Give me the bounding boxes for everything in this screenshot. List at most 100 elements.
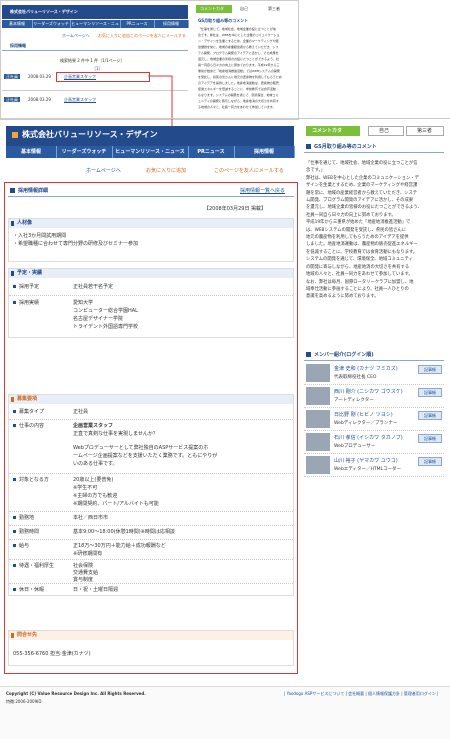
list-item[interactable]: 山川 裕子 (ヤマカワ ユウコ) Webエディター／HTMLコーダー 記事帳 bbox=[304, 454, 444, 477]
avatar bbox=[306, 433, 330, 451]
row-bullet bbox=[13, 530, 16, 533]
member-role: 代表取締役社長 CEO bbox=[334, 375, 377, 380]
table-row: 給与 正18万～30万円＋能力給＋成功報酬など ※研修期間有 bbox=[9, 541, 293, 560]
row-label: 仕事の内容 bbox=[19, 423, 45, 429]
boshu-box: 募集要項 募集タイプ 正社員 仕事の内容 企画営業スタッフ 正直で真剣な仕事を実… bbox=[8, 394, 294, 596]
row-label: 勤務地 bbox=[19, 515, 35, 521]
comment-line: 平成19年から三重県が始めた「地産地消推進活動」で bbox=[306, 220, 411, 226]
list-item[interactable]: 西川 剛介 (ニシカワ ゴウスケ) アートディレクター 記事帳 bbox=[304, 385, 444, 408]
profile-button[interactable]: 記事帳 bbox=[418, 388, 442, 397]
row-value: 日・祝・土曜日隔週 bbox=[73, 587, 119, 593]
profile-button[interactable]: 記事帳 bbox=[418, 411, 442, 420]
member-name[interactable]: 日比野 剛 (ヒビノ ツヨシ) bbox=[334, 411, 393, 418]
table-row: 勤務地 本社／西日市市 bbox=[9, 513, 293, 526]
row-label: 給与 bbox=[19, 543, 30, 549]
tab-hr-news[interactable]: ヒューマンリソース・ニュース bbox=[112, 146, 189, 158]
contact-header: 問合せ先 bbox=[9, 631, 293, 640]
list-item[interactable]: 金津 史和 (カナヅ フミカズ) 代表取締役社長 CEO 記事帳 bbox=[304, 362, 444, 385]
table-row: 採用実績 愛知大学 コンピューター総合学園HAL 名古屋デザイナー学院 トライデ… bbox=[9, 297, 293, 337]
tab-third-label: 第三者 bbox=[417, 128, 433, 134]
tab-pr-news[interactable]: PRニュース bbox=[188, 146, 235, 158]
row-label: 休日・休暇 bbox=[19, 587, 45, 593]
tab-saiyo[interactable]: 採用情報 bbox=[234, 146, 295, 158]
back-to-list-link[interactable]: 採用情報一覧へ戻る bbox=[240, 188, 285, 194]
row-label: 採用実績 bbox=[19, 300, 40, 306]
row-bullet bbox=[13, 516, 16, 519]
contact-title: 問合せ先 bbox=[17, 632, 38, 638]
section-title: 採用情報詳細 bbox=[18, 188, 49, 194]
footer: Copyright (C) Value Resource Design Inc.… bbox=[0, 686, 450, 739]
footer-id: 特徴:2006-2009ID bbox=[6, 699, 42, 704]
row-value: 正直で真剣な仕事を実現しませんか？ bbox=[73, 431, 158, 437]
row-bullet bbox=[13, 410, 16, 413]
footer-links[interactable]: | Yaodogo ASPサービスについて | 会社概要 | 個人情報保護方針 … bbox=[284, 691, 439, 696]
link-mail-friend[interactable]: このページを友人にメールする bbox=[214, 168, 284, 174]
jinzaizo-header: 人材像 bbox=[9, 219, 293, 228]
comment-text: 「仕事を通じて、地域社会、地域企業の役に立つことが信 念です。」 弊社は、WEB… bbox=[306, 160, 444, 301]
row-label: 対象となる方 bbox=[19, 477, 49, 483]
yotei-icon bbox=[11, 271, 14, 276]
row-value: トライデント外国語専門学校 bbox=[73, 324, 139, 330]
boshu-title: 募集要項 bbox=[17, 396, 38, 402]
profile-button[interactable]: 記事帳 bbox=[418, 365, 442, 374]
tab-kihon[interactable]: 基本情報 bbox=[6, 146, 57, 158]
tab-leaders[interactable]: リーダーズウォッチ bbox=[56, 146, 113, 158]
profile-button[interactable]: 記事帳 bbox=[418, 434, 442, 443]
list-item[interactable]: 日比野 剛 (ヒビノ ツヨシ) Webディレクター／プランナー 記事帳 bbox=[304, 408, 444, 431]
tab-third[interactable]: 第三者 bbox=[406, 126, 444, 136]
table-row: 対象となる方 20歳以上(要普免) ※学生不可 ※主婦の方でも歓迎 ※期間契約、… bbox=[9, 475, 293, 512]
comment-header: GS月取り組み等のコメント bbox=[304, 142, 444, 153]
jinzaizo-line: ・入社3か月間試用期間 bbox=[13, 233, 67, 239]
table-row: 募集タイプ 正社員 bbox=[9, 407, 293, 420]
row-value: ※研修期間有 bbox=[73, 551, 103, 557]
row-bullet bbox=[13, 564, 16, 567]
comment-line: 「仕事を通じて、地域社会、地域企業の役に立つことが信 bbox=[306, 161, 418, 166]
member-name[interactable]: 山川 裕子 (ヤマカワ ユウコ) bbox=[334, 457, 398, 464]
row-label: 募集タイプ bbox=[19, 409, 45, 415]
table-row: 休日・休暇 日・祝・土曜日隔週 bbox=[9, 585, 293, 595]
table-row: 勤務時間 基本9:00～18:00(休憩1時間)※時間は応相談 bbox=[9, 527, 293, 540]
comment-line: しました。地産地消運動は、農産物の販売促進エネルギー bbox=[306, 242, 418, 248]
avatar bbox=[306, 387, 330, 405]
comment-button[interactable]: コメントカタ bbox=[306, 126, 360, 136]
comment-line: を還元し、地域企業の皆様のお役にたつことができるよう、 bbox=[306, 205, 422, 211]
yotei-title: 予定・実績 bbox=[17, 270, 43, 276]
comment-line: 地元の農産物を利用してもらうためのアイデアを提供 bbox=[306, 235, 409, 241]
member-role: Webエディター／HTMLコーダー bbox=[334, 467, 402, 472]
row-value: 正18万～30万円＋能力給＋成功報酬など bbox=[73, 543, 166, 549]
row-bullet bbox=[13, 285, 16, 288]
main-nav: 基本情報 リーダーズウォッチ ヒューマンリソース・ニュース PRニュース 採用情… bbox=[6, 146, 295, 158]
table-row: 採用予定 正社員若干名予定 bbox=[9, 281, 293, 296]
member-role: アートディレクター bbox=[334, 398, 374, 403]
row-value: 正社員若干名予定 bbox=[73, 284, 114, 290]
row-value: ームページ企画提案などを支援いただく業務です。ともにやりが bbox=[73, 453, 218, 459]
boshu-icon bbox=[11, 397, 14, 402]
comment-line: システムの開発を通じて、環境保全、地域コミュニティ bbox=[306, 257, 413, 263]
link-favorite[interactable]: お気に入りに追加 bbox=[146, 168, 186, 174]
member-name[interactable]: 石川 孝信 (イシカワ タカノブ) bbox=[334, 434, 403, 441]
member-name[interactable]: 金津 史和 (カナヅ フミカズ) bbox=[334, 365, 398, 372]
list-item[interactable]: 石川 孝信 (イシカワ タカノブ) Webプロデューサー 記事帳 bbox=[304, 431, 444, 454]
tab-self[interactable]: 自己 bbox=[368, 126, 404, 136]
yotei-header: 予定・実績 bbox=[9, 269, 293, 278]
members-icon bbox=[306, 352, 311, 357]
logo-icon bbox=[12, 132, 18, 138]
link-home[interactable]: ホームページへ bbox=[86, 168, 121, 174]
post-date: 【2008年03月29日 掲載】 bbox=[204, 206, 267, 212]
row-bullet bbox=[13, 544, 16, 547]
comment-line: 念です。」 bbox=[306, 168, 325, 174]
comment-line: 題を常に、地域の産業経営者から教えていただき、システ bbox=[306, 190, 418, 196]
boshu-header: 募集要項 bbox=[9, 395, 293, 404]
row-label: 勤務時間 bbox=[19, 529, 40, 535]
row-value: いのある仕事です。 bbox=[73, 461, 118, 467]
row-value: ※主婦の方でも歓迎 bbox=[73, 493, 118, 499]
member-name[interactable]: 西川 剛介 (ニシカワ ゴウスケ) bbox=[334, 388, 403, 395]
jinzaizo-line: ・希望職種に合わせて専門分野の研修及びセミナー参加 bbox=[13, 241, 139, 247]
jinzaizo-title: 人材像 bbox=[17, 220, 33, 226]
member-role: Webプロデューサー bbox=[334, 444, 376, 449]
row-bullet bbox=[13, 588, 16, 591]
section-icon bbox=[10, 188, 15, 193]
profile-button[interactable]: 記事帳 bbox=[418, 457, 442, 466]
row-label: 待遇・福利厚生 bbox=[19, 563, 55, 569]
comment-line: 意識を高めるように努めております。 bbox=[306, 294, 379, 300]
